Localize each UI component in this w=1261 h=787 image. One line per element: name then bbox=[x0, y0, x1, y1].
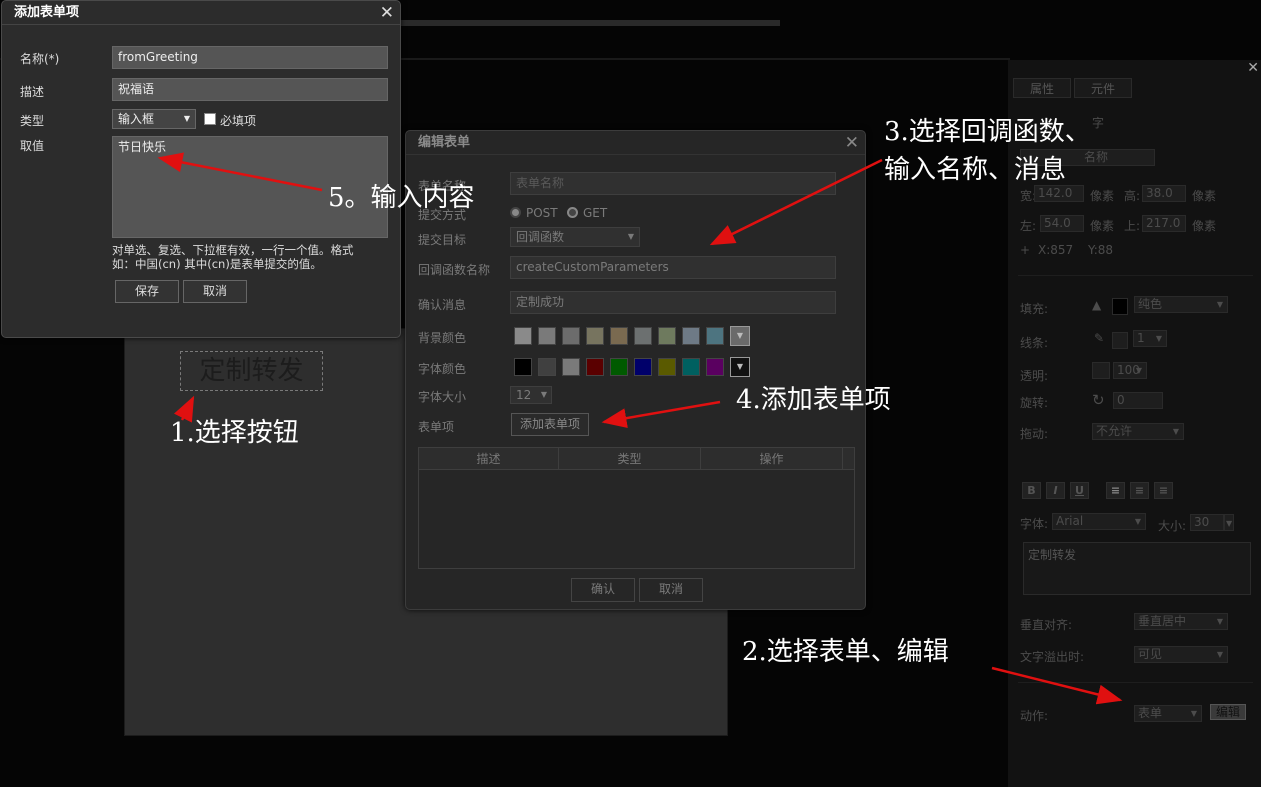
annotation-step3-line1: 3.选择回调函数、 bbox=[884, 117, 1091, 147]
arrow-step5 bbox=[157, 152, 323, 192]
arrow-step3 bbox=[709, 158, 883, 246]
annotation-step1: 1.选择按钮 bbox=[170, 418, 299, 448]
arrow-step4 bbox=[601, 400, 721, 429]
annotation-step5: 5。输入内容 bbox=[328, 183, 475, 213]
annotation-step4: 4.添加表单项 bbox=[736, 385, 891, 415]
arrow-step1 bbox=[173, 395, 195, 423]
annotation-step2: 2.选择表单、编辑 bbox=[742, 637, 949, 667]
annotation-step3-line2: 输入名称、消息 bbox=[884, 155, 1067, 185]
arrow-step2 bbox=[991, 666, 1123, 705]
